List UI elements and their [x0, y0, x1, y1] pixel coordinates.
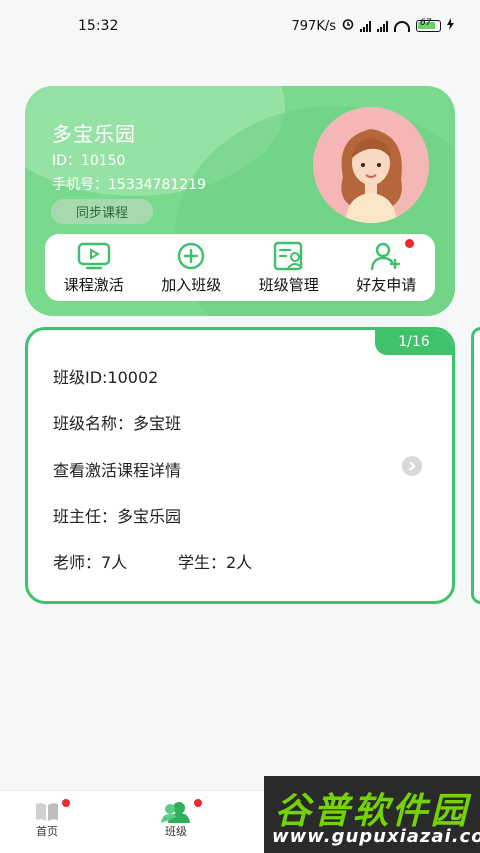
- head-teacher: 班主任：多宝乐园: [53, 507, 182, 526]
- book-icon: [36, 803, 58, 821]
- page-indicator: 1/16: [375, 330, 452, 355]
- action-label: 课程激活: [63, 275, 124, 294]
- wifi-icon: [394, 20, 410, 32]
- next-class-card[interactable]: [471, 327, 480, 604]
- video-play-icon: [77, 242, 110, 269]
- nav-home[interactable]: 首页: [34, 799, 70, 839]
- teacher-count: 老师：7人: [53, 553, 128, 572]
- join-class-button[interactable]: 加入班级: [145, 241, 237, 295]
- nav-class[interactable]: 班级: [160, 799, 202, 839]
- class-id: 班级ID:10002: [53, 368, 159, 387]
- add-friend-icon: [371, 242, 401, 270]
- student-count: 学生：2人: [178, 553, 253, 572]
- network-speed: 797K/s: [291, 18, 337, 34]
- user-id: ID：10150: [52, 153, 126, 169]
- course-activate-button[interactable]: 课程激活: [48, 241, 140, 295]
- friend-request-button[interactable]: 好友申请: [340, 238, 432, 295]
- status-time: 15:32: [78, 18, 119, 34]
- user-phone: 手机号：15334781219: [52, 177, 206, 193]
- avatar[interactable]: [313, 107, 429, 223]
- sync-course-button[interactable]: 同步课程: [51, 199, 153, 224]
- plus-circle-icon: [178, 242, 205, 269]
- watermark-url: www.gupuxiazai.com: [272, 826, 480, 847]
- signal-icon: [377, 20, 388, 32]
- notification-dot: [62, 799, 70, 807]
- action-label: 好友申请: [356, 275, 417, 294]
- alarm-icon: [342, 18, 354, 34]
- course-detail-link[interactable]: 查看激活课程详情: [53, 457, 181, 481]
- nav-home-label: 首页: [36, 825, 58, 838]
- watermark: 谷普软件园 www.gupuxiazai.com: [264, 776, 480, 853]
- chevron-right-icon[interactable]: [402, 456, 422, 476]
- status-icons: 797K/s 67: [291, 18, 454, 34]
- class-card[interactable]: 1/16 班级ID:10002 班级名称：多宝班 查看激活课程详情 班主任：多宝…: [25, 327, 455, 604]
- action-bar: 课程激活 加入班级 班级管理 好友申请: [45, 234, 435, 301]
- battery-level: 67: [420, 18, 432, 28]
- action-label: 班级管理: [258, 275, 319, 294]
- battery-icon: 67: [416, 18, 441, 32]
- class-manage-button[interactable]: 班级管理: [243, 241, 335, 295]
- nav-class-label: 班级: [165, 825, 187, 838]
- avatar-illustration: [313, 107, 429, 223]
- notification-dot: [194, 799, 202, 807]
- signal-icon: [360, 20, 371, 32]
- user-name: 多宝乐园: [52, 122, 136, 146]
- charging-icon: [447, 18, 454, 34]
- action-label: 加入班级: [161, 275, 222, 294]
- status-bar: 15:32 797K/s 67: [0, 0, 480, 52]
- notification-dot: [405, 238, 415, 248]
- class-name: 班级名称：多宝班: [53, 414, 182, 433]
- users-icon: [161, 802, 190, 823]
- profile-card: 多宝乐园 ID：10150 手机号：15334781219 同步课程 课程激活: [25, 86, 455, 316]
- class-manage-icon: [273, 241, 303, 270]
